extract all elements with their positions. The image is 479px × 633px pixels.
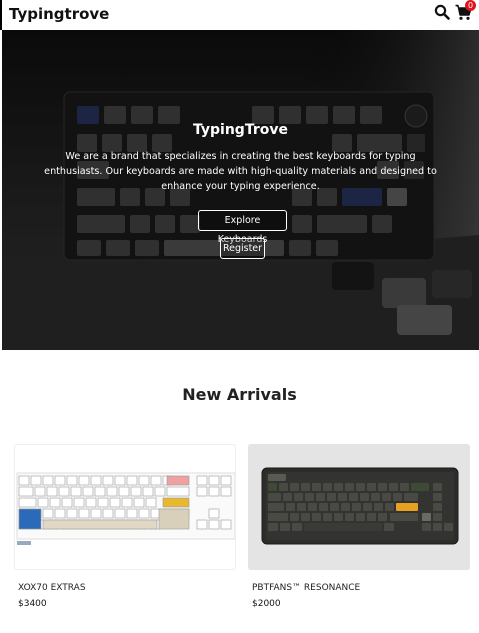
product-price: $3400: [18, 599, 47, 609]
product-price: $2000: [252, 599, 281, 609]
hero-title: TypingTrove: [193, 122, 288, 138]
hero-banner: TypingTrove We are a brand that speciali…: [2, 30, 479, 350]
search-icon[interactable]: [434, 4, 450, 20]
keyboard-image-dark: [248, 444, 470, 570]
explore-keyboards-button[interactable]: Explore Keyboards: [198, 210, 287, 245]
hero-description: We are a brand that specializes in creat…: [44, 151, 437, 192]
product-card[interactable]: PBTFANS™ RESONANCE $2000: [248, 444, 470, 609]
product-image[interactable]: [14, 444, 236, 570]
cart-button[interactable]: 0: [455, 0, 477, 25]
register-button[interactable]: Register: [220, 238, 265, 259]
brand-logo[interactable]: Typingtrove: [9, 5, 109, 23]
product-image[interactable]: [248, 444, 470, 570]
product-name[interactable]: XOX70 EXTRAS: [18, 583, 86, 593]
top-nav: Typingtrove 0: [0, 0, 479, 30]
product-name[interactable]: PBTFANS™ RESONANCE: [252, 583, 360, 593]
product-card[interactable]: XOX70 EXTRAS $3400: [14, 444, 236, 609]
new-arrivals-heading: New Arrivals: [182, 385, 297, 404]
cart-count-badge: 0: [465, 0, 476, 11]
keyboard-image-white: [16, 472, 235, 545]
